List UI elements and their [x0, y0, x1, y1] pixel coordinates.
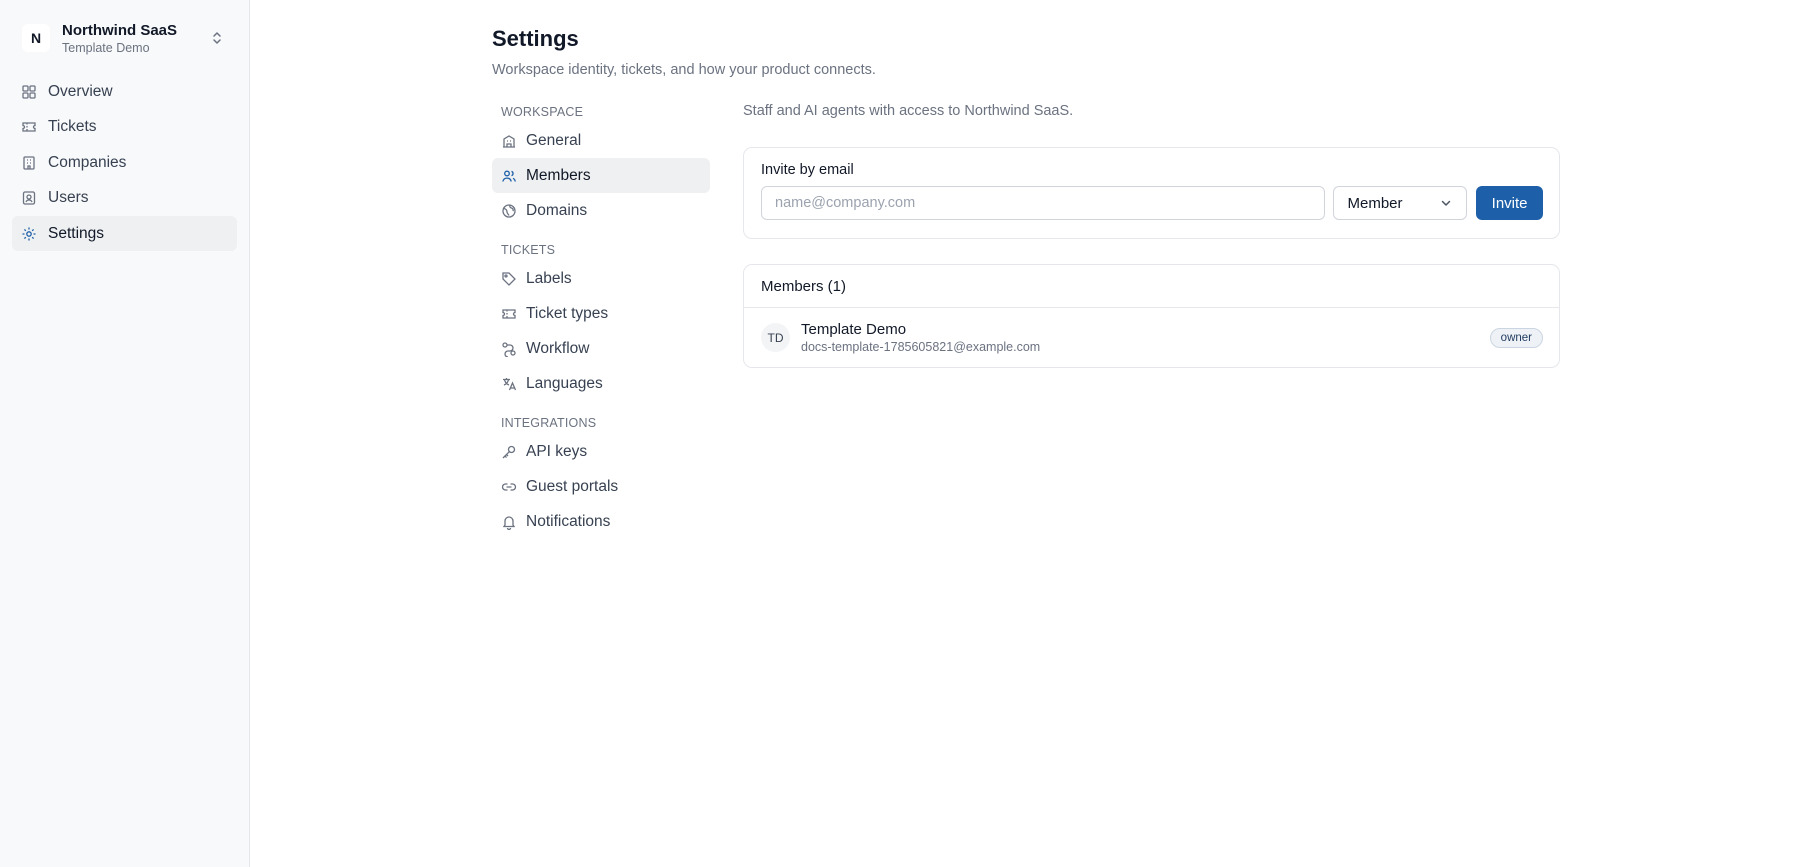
subnav-item-label: Workflow: [526, 339, 590, 357]
invite-role-select[interactable]: Member: [1333, 186, 1468, 220]
role-badge: owner: [1489, 327, 1543, 348]
subnav-section-title: TICKETS: [501, 243, 556, 257]
subnav-item-notifications[interactable]: Notifications: [492, 504, 710, 539]
subnav-item-label: Guest portals: [526, 477, 619, 495]
subnav-item-labels[interactable]: Labels: [492, 261, 710, 296]
members-card: Members (1) TD Template Demo docs-templa…: [743, 264, 1560, 368]
member-name: Template Demo: [801, 320, 907, 338]
member-row[interactable]: TD Template Demo docs-template-178560582…: [744, 308, 1559, 367]
sidebar-item-label: Companies: [48, 153, 127, 171]
invite-card: Invite by email Member Invite: [743, 147, 1560, 239]
sidebar-item-label: Tickets: [48, 118, 97, 135]
sidebar-item-users[interactable]: Users: [12, 181, 237, 216]
subnav-item-members[interactable]: Members: [492, 158, 710, 193]
chevron-down-icon: [1439, 196, 1453, 210]
page-header: Settings Workspace identity, tickets, an…: [492, 24, 876, 78]
sidebar-item-companies[interactable]: Companies: [12, 145, 237, 180]
key-icon: [501, 444, 517, 460]
grid-icon: [21, 84, 37, 100]
workflow-icon: [501, 341, 517, 357]
page-title: Settings: [492, 26, 579, 51]
subnav-item-label: Ticket types: [526, 304, 609, 322]
sidebar-item-label: Users: [48, 189, 89, 206]
sidebar-item-settings[interactable]: Settings: [12, 216, 237, 251]
subnav-section-title: INTEGRATIONS: [501, 416, 597, 430]
sidebar-nav: Overview Tickets Companies Users Setting…: [12, 74, 237, 251]
sidebar-item-label: Overview: [48, 82, 113, 100]
bell-icon: [501, 514, 517, 530]
sidebar: N Northwind SaaS Template Demo Overview …: [0, 0, 250, 867]
subnav-item-domains[interactable]: Domains: [492, 193, 710, 228]
subnav-item-label: Languages: [526, 374, 603, 392]
workspace-switcher[interactable]: N Northwind SaaS Template Demo: [12, 12, 237, 64]
main-content: Settings Workspace identity, tickets, an…: [250, 0, 1800, 867]
globe-icon: [501, 203, 517, 219]
subnav-section-title: WORKSPACE: [501, 105, 584, 119]
gear-icon: [21, 226, 37, 242]
members-description: Staff and AI agents with access to North…: [743, 103, 1074, 119]
members-heading: Members (1): [744, 265, 1559, 308]
subnav-item-guest-portals[interactable]: Guest portals: [492, 469, 710, 504]
subnav-item-general[interactable]: General: [492, 123, 710, 158]
subnav-item-workflow[interactable]: Workflow: [492, 331, 710, 366]
tag-icon: [501, 271, 517, 287]
sidebar-item-tickets[interactable]: Tickets: [12, 110, 237, 145]
subnav-item-label: Members: [526, 166, 591, 184]
page-subtitle: Workspace identity, tickets, and how you…: [492, 62, 876, 78]
members-panel: Staff and AI agents with access to North…: [743, 103, 1560, 368]
sidebar-item-label: Settings: [48, 224, 105, 242]
building-icon: [501, 133, 517, 149]
link-icon: [501, 479, 517, 495]
ticket-icon: [501, 306, 517, 322]
subnav-item-label: Domains: [526, 201, 588, 219]
subnav-item-ticket-types[interactable]: Ticket types: [492, 296, 710, 331]
avatar: TD: [761, 323, 790, 352]
chevron-up-down-icon[interactable]: [207, 28, 227, 48]
invite-label: Invite by email: [761, 162, 854, 178]
settings-subnav: WORKSPACE General Members Domains TICKET…: [492, 101, 710, 539]
invite-button[interactable]: Invite: [1476, 186, 1543, 220]
role-select-value: Member: [1347, 194, 1403, 212]
subnav-item-api-keys[interactable]: API keys: [492, 434, 710, 469]
ticket-icon: [21, 119, 37, 135]
user-badge-icon: [21, 190, 37, 206]
subnav-item-label: API keys: [526, 442, 588, 460]
workspace-subtitle: Template Demo: [62, 40, 150, 55]
member-email: docs-template-1785605821@example.com: [801, 339, 1041, 354]
subnav-item-label: Labels: [526, 269, 572, 287]
building-icon: [21, 155, 37, 171]
subnav-item-label: General: [526, 131, 582, 149]
subnav-item-languages[interactable]: Languages: [492, 366, 710, 401]
invite-email-input[interactable]: [761, 186, 1326, 220]
workspace-name: Northwind SaaS: [62, 21, 178, 39]
sidebar-item-overview[interactable]: Overview: [12, 74, 237, 109]
workspace-avatar: N: [22, 24, 50, 52]
users-icon: [501, 168, 517, 184]
subnav-item-label: Notifications: [526, 512, 611, 530]
translate-icon: [501, 376, 517, 392]
